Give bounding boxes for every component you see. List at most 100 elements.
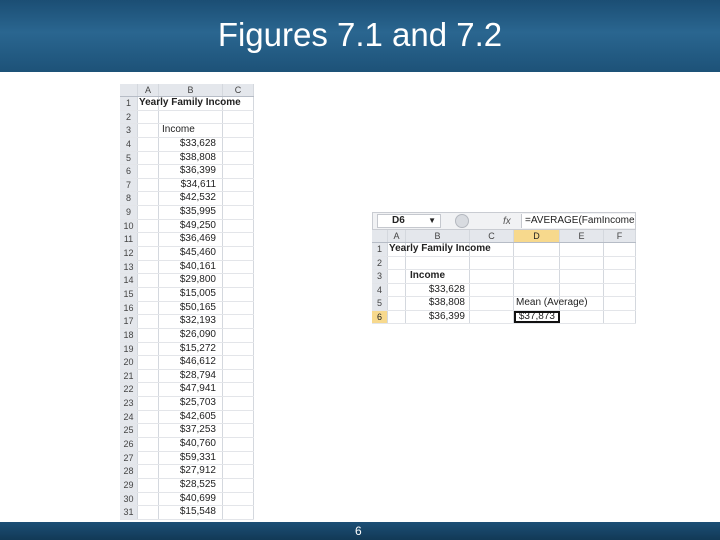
row-header[interactable]: 24	[120, 410, 138, 424]
cell-c[interactable]	[223, 438, 254, 451]
cell-a[interactable]	[138, 274, 159, 287]
row-header[interactable]: 31	[120, 506, 138, 519]
row-header[interactable]: 25	[120, 424, 138, 438]
cell-a[interactable]	[388, 256, 406, 269]
cell-e[interactable]	[560, 310, 604, 323]
cell-c[interactable]	[223, 342, 254, 356]
cell-b[interactable]: $36,469	[159, 233, 223, 247]
cell-b[interactable]: $33,628	[159, 137, 223, 151]
cell-a[interactable]	[138, 465, 159, 478]
sheet-title-cell[interactable]: Yearly Family Income	[138, 97, 241, 110]
cell-f[interactable]	[604, 270, 636, 283]
cell-d[interactable]	[514, 283, 560, 296]
cell-b[interactable]: $35,995	[159, 206, 223, 219]
row-header[interactable]: 21	[120, 369, 138, 383]
cell-b[interactable]: $26,090	[159, 328, 223, 342]
cell-c[interactable]	[223, 110, 254, 124]
cell-c[interactable]	[223, 369, 254, 383]
column-header-f[interactable]: F	[604, 230, 636, 242]
cell-a[interactable]	[138, 165, 159, 178]
mean-value-cell[interactable]: $37,873	[514, 310, 560, 323]
cell-a[interactable]	[138, 137, 159, 151]
cell-c[interactable]	[223, 465, 254, 478]
cell-a[interactable]	[138, 260, 159, 274]
cell-b[interactable]: $37,253	[159, 424, 223, 438]
cell-a[interactable]	[138, 506, 159, 519]
cell-a[interactable]	[138, 328, 159, 342]
cell-c[interactable]	[223, 492, 254, 506]
cell-a[interactable]	[138, 492, 159, 506]
name-box[interactable]: D6 ▼	[377, 214, 441, 228]
cell-c[interactable]	[223, 247, 254, 260]
cell-b[interactable]: $28,525	[159, 478, 223, 492]
cell-c[interactable]	[470, 283, 514, 296]
select-all-corner[interactable]	[120, 84, 138, 96]
cell-c[interactable]	[223, 356, 254, 369]
insert-function-icon[interactable]: fx	[503, 216, 517, 227]
row-header[interactable]: 1	[120, 97, 138, 110]
cell-c[interactable]	[223, 165, 254, 178]
chevron-down-icon[interactable]: ▼	[428, 215, 436, 227]
row-header[interactable]: 7	[120, 178, 138, 192]
cell-b[interactable]: $15,005	[159, 287, 223, 301]
cell-c[interactable]	[223, 151, 254, 165]
row-header[interactable]: 5	[120, 151, 138, 165]
cell-d[interactable]	[514, 243, 560, 256]
cell-a[interactable]	[388, 283, 406, 296]
column-header-a[interactable]: A	[138, 84, 159, 96]
select-all-corner[interactable]	[372, 230, 388, 242]
cell-b[interactable]: Income	[159, 124, 223, 137]
cell-b[interactable]: $36,399	[406, 310, 470, 323]
cell-b[interactable]: $40,760	[159, 438, 223, 451]
cell-c[interactable]	[223, 274, 254, 287]
cell-b[interactable]: $29,800	[159, 274, 223, 287]
row-header[interactable]: 11	[120, 233, 138, 247]
cell-b[interactable]: $45,460	[159, 247, 223, 260]
cell-c[interactable]	[223, 219, 254, 233]
row-header[interactable]: 17	[120, 315, 138, 328]
cell-a[interactable]	[138, 356, 159, 369]
row-header[interactable]: 6	[120, 165, 138, 178]
cell-b[interactable]: $59,331	[159, 451, 223, 465]
cell-a[interactable]	[138, 287, 159, 301]
cell-b[interactable]: $32,193	[159, 315, 223, 328]
row-header[interactable]: 15	[120, 287, 138, 301]
row-header[interactable]: 27	[120, 451, 138, 465]
cell-b[interactable]: $46,612	[159, 356, 223, 369]
cell-b[interactable]: $34,611	[159, 178, 223, 192]
cell-c[interactable]	[223, 192, 254, 206]
row-header[interactable]: 28	[120, 465, 138, 478]
row-header[interactable]: 10	[120, 219, 138, 233]
cell-d[interactable]	[514, 256, 560, 269]
cell-f[interactable]	[604, 297, 636, 310]
row-header[interactable]: 12	[120, 247, 138, 260]
cell-b[interactable]: $25,703	[159, 397, 223, 410]
cell-c[interactable]	[470, 297, 514, 310]
cell-a[interactable]	[138, 233, 159, 247]
cell-e[interactable]	[560, 270, 604, 283]
cell-b[interactable]: $27,912	[159, 465, 223, 478]
cell-b[interactable]: Income	[406, 270, 470, 283]
row-header[interactable]: 3	[120, 124, 138, 137]
cell-e[interactable]	[560, 243, 604, 256]
cell-a[interactable]	[138, 369, 159, 383]
cell-a[interactable]	[138, 110, 159, 124]
cell-a[interactable]	[388, 297, 406, 310]
row-header[interactable]: 18	[120, 328, 138, 342]
row-header[interactable]: 30	[120, 492, 138, 506]
row-header[interactable]: 8	[120, 192, 138, 206]
column-header-b[interactable]: B	[159, 84, 223, 96]
column-header-c[interactable]: C	[470, 230, 514, 242]
sheet-title-cell[interactable]: Yearly Family Income	[388, 243, 491, 256]
row-header[interactable]: 4	[372, 283, 388, 296]
cell-f[interactable]	[604, 256, 636, 269]
cell-c[interactable]	[223, 137, 254, 151]
formula-input[interactable]: =AVERAGE(FamIncome)	[521, 214, 635, 228]
cell-b[interactable]: $38,808	[159, 151, 223, 165]
cell-c[interactable]	[223, 233, 254, 247]
formula-cancel-icon[interactable]	[455, 214, 469, 228]
cell-a[interactable]	[138, 451, 159, 465]
cell-a[interactable]	[138, 424, 159, 438]
cell-a[interactable]	[138, 342, 159, 356]
cell-c[interactable]	[223, 478, 254, 492]
